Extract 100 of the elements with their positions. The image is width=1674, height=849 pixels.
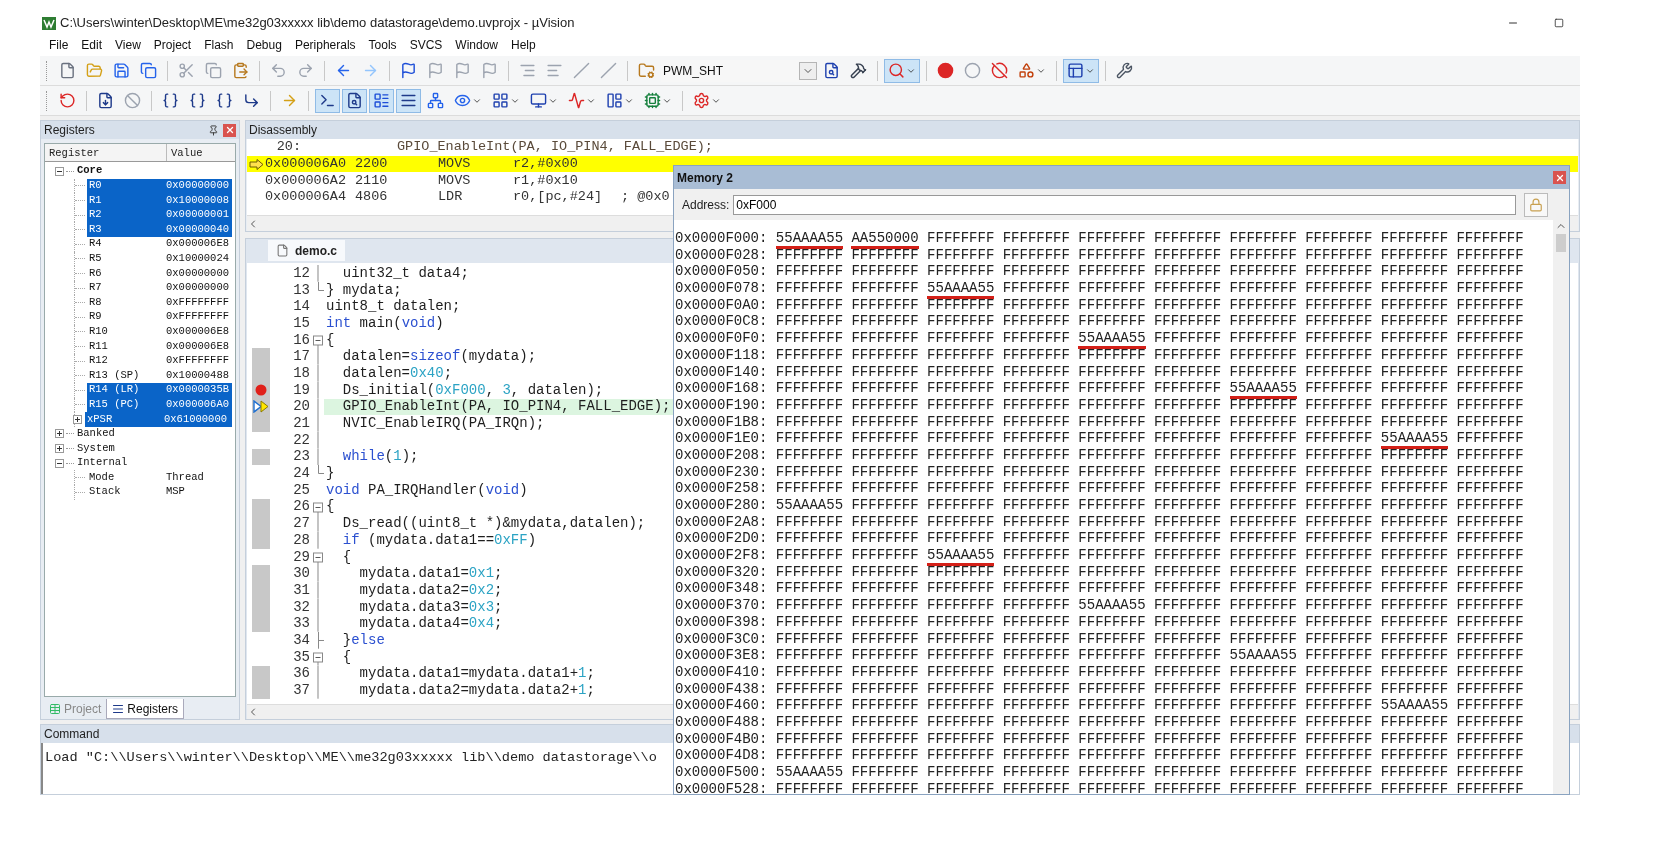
- menu-item[interactable]: File: [44, 36, 74, 54]
- menu-item[interactable]: Help: [506, 36, 541, 54]
- menu-item[interactable]: Edit: [76, 36, 108, 54]
- expand-icon[interactable]: [72, 414, 82, 424]
- register-row[interactable]: R8 0xFFFFFFFF: [87, 295, 232, 310]
- register-group[interactable]: Core: [76, 163, 104, 180]
- pin-icon[interactable]: [208, 124, 219, 136]
- memory-value: FFFFFFFF: [927, 613, 995, 630]
- memory-value: FFFFFFFF: [1078, 480, 1146, 497]
- register-row[interactable]: R3 0x00000040: [87, 222, 232, 237]
- register-row[interactable]: R5 0x10000024: [87, 251, 232, 267]
- memory-value: FFFFFFFF: [775, 396, 844, 413]
- address-field[interactable]: 0xF000: [733, 194, 1517, 215]
- menu-item[interactable]: Tools: [363, 36, 402, 54]
- collapse-icon[interactable]: [55, 166, 64, 176]
- memory-value: FFFFFFFF: [1456, 230, 1524, 246]
- debug-button[interactable]: [884, 58, 920, 83]
- memory-value: FFFFFFFF: [1153, 663, 1222, 680]
- memory-value: FFFFFFFF: [927, 513, 995, 530]
- register-row[interactable]: R6 0x00000000: [87, 266, 232, 281]
- memory-value: FFFFFFFF: [851, 630, 919, 647]
- command-window-button[interactable]: [315, 88, 340, 113]
- memory-value: FFFFFFFF: [1002, 313, 1070, 330]
- register-row[interactable]: R14 (LR) 0x0000035B: [87, 382, 232, 398]
- register-row[interactable]: Stack MSP: [87, 485, 232, 500]
- memory-value: FFFFFFFF: [927, 580, 995, 597]
- register-row[interactable]: R1 0x10000008: [87, 193, 232, 208]
- memory-value: FFFFFFFF: [851, 547, 919, 564]
- lines-icon: [112, 702, 125, 715]
- memory-value: FFFFFFFF: [1002, 413, 1070, 430]
- register-row[interactable]: R11 0x000006E8: [87, 339, 232, 354]
- register-group[interactable]: Internal: [76, 455, 129, 472]
- code-line: {: [341, 647, 352, 667]
- menu-item[interactable]: View: [110, 36, 146, 54]
- memory-value: 55AAAA55: [1229, 380, 1297, 400]
- register-name: R11: [88, 338, 109, 354]
- panel-tab[interactable]: Registers: [106, 699, 185, 719]
- memory-value: FFFFFFFF: [1305, 513, 1373, 530]
- memory-value: FFFFFFFF: [1153, 497, 1222, 513]
- memory-value: FFFFFFFF: [851, 396, 919, 413]
- menu-item[interactable]: SVCS: [404, 36, 448, 54]
- menu-item[interactable]: Flash: [199, 36, 239, 54]
- expand-icon[interactable]: [55, 429, 64, 439]
- close-icon: [1554, 172, 1565, 183]
- memory-value: FFFFFFFF: [927, 697, 995, 714]
- grid-icon: [492, 92, 509, 109]
- expand-icon[interactable]: [55, 444, 64, 454]
- line-number: 23: [292, 447, 311, 467]
- scroll-thumb[interactable]: [1556, 234, 1566, 252]
- register-row[interactable]: xPSR 0x61000000: [85, 412, 232, 427]
- memory-value: FFFFFFFF: [1078, 530, 1146, 547]
- disassembly-window-button[interactable]: [342, 88, 367, 113]
- column-header[interactable]: Value: [167, 144, 235, 161]
- menu-item[interactable]: Project: [148, 36, 197, 54]
- lock-button[interactable]: [1524, 192, 1549, 217]
- menu-item[interactable]: Debug: [241, 36, 287, 54]
- register-row[interactable]: R12 0xFFFFFFFF: [87, 353, 232, 369]
- memory-value: FFFFFFFF: [1305, 597, 1373, 614]
- register-group[interactable]: Banked: [76, 426, 116, 442]
- register-value: 0x0000035B: [166, 382, 229, 398]
- register-row[interactable]: Mode Thread: [87, 470, 232, 486]
- memory-value: FFFFFFFF: [1229, 413, 1297, 430]
- close-button[interactable]: [1553, 171, 1566, 184]
- symbols-window-button[interactable]: [369, 88, 394, 113]
- register-row[interactable]: R0 0x00000000: [87, 178, 232, 194]
- register-row[interactable]: R7 0x00000000: [87, 280, 232, 296]
- windows-button[interactable]: [1063, 58, 1099, 83]
- memory-value: FFFFFFFF: [851, 263, 919, 280]
- collapse-icon[interactable]: [55, 458, 64, 468]
- memory-value: FFFFFFFF: [1229, 430, 1297, 447]
- file-tab[interactable]: demo.c: [268, 240, 345, 261]
- target-select[interactable]: PWM_SHT: [661, 59, 817, 82]
- memory-value: FFFFFFFF: [927, 246, 995, 263]
- register-row[interactable]: R10 0x000006E8: [87, 324, 232, 340]
- memory-value: FFFFFFFF: [1153, 713, 1222, 730]
- register-row[interactable]: R4 0x000006E8: [87, 236, 232, 252]
- registers-window-button[interactable]: [396, 88, 421, 113]
- register-group[interactable]: System: [76, 440, 116, 457]
- memory-value: FFFFFFFF: [1229, 480, 1297, 497]
- memory-value: FFFFFFFF: [851, 413, 919, 430]
- scrollbar[interactable]: [1553, 220, 1569, 794]
- panel-title: Registers: [44, 122, 96, 139]
- memory-value: FFFFFFFF: [927, 230, 995, 246]
- memory-value: FFFFFFFF: [927, 780, 995, 794]
- memory-value: FFFFFFFF: [775, 697, 844, 714]
- code-line: mydata.data2=0x2;: [358, 580, 503, 600]
- menu-item[interactable]: Peripherals: [289, 36, 361, 54]
- instruction-operands: r0,[pc,#24]: [513, 188, 604, 207]
- eye-icon: [454, 92, 471, 109]
- outdent-icon: [546, 62, 563, 79]
- memory-value: 55AAAA55: [775, 230, 844, 249]
- close-button[interactable]: [223, 123, 236, 137]
- register-row[interactable]: R9 0xFFFFFFFF: [87, 309, 232, 325]
- memory-value: FFFFFFFF: [1229, 230, 1297, 246]
- memory-value: FFFFFFFF: [1153, 680, 1222, 697]
- dropdown-button[interactable]: [799, 61, 817, 80]
- column-header[interactable]: Register: [45, 144, 167, 161]
- menu-item[interactable]: Window: [450, 36, 503, 54]
- code-line: }: [326, 464, 335, 483]
- register-row[interactable]: R13 (SP) 0x10000488: [87, 368, 232, 383]
